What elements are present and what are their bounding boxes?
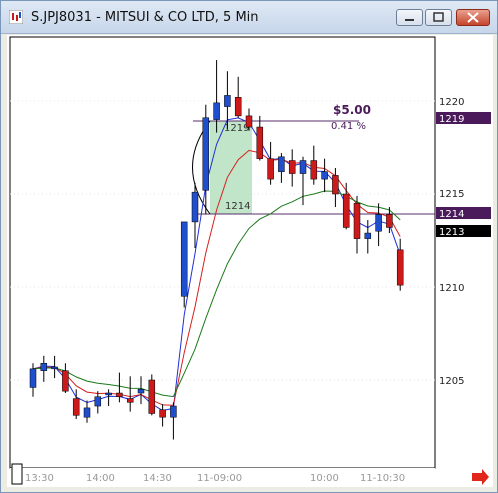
candle-body [375,214,382,232]
price-tag-text: 1219 [439,114,464,125]
time-label: 14:00 [86,473,115,484]
chart-app-icon [9,10,23,24]
price-chart[interactable]: 1219 1214 $5.00 0.41 % 1220 1215 1210 12… [7,35,493,487]
candle-body [105,392,112,396]
time-label: 11-09:00 [197,473,242,484]
candle-body [267,158,274,180]
price-tag-text: 1213 [439,227,464,238]
candle-body [213,102,220,120]
candle-body [137,389,145,394]
price-label: 1205 [439,376,464,387]
candle[interactable] [180,221,188,308]
candle-body [278,156,285,172]
candle-body [310,160,318,180]
candle-body [29,368,37,388]
scroll-handle[interactable] [11,463,23,485]
price-label: 1220 [439,97,464,108]
candle-body [40,363,48,371]
candle-body [321,171,328,180]
candle-body [170,405,177,418]
price-tag: 1213 [436,225,491,238]
candle-body [126,398,134,403]
minimize-icon [405,19,414,21]
chart-window: S.JPJ8031 - MITSUI & CO LTD, 5 Min 1219 … [0,0,498,493]
time-label: 13:30 [25,473,54,484]
candle-body [234,97,242,117]
price-tag: 1214 [436,207,491,220]
candle-body [202,117,210,191]
price-tag-text: 1214 [439,209,464,220]
candle-body [288,160,296,174]
candle-body [299,160,307,174]
candle[interactable] [148,374,156,416]
candle-body [364,232,372,239]
close-icon [467,12,479,23]
price-label: 1210 [439,283,464,294]
time-label: 14:30 [143,473,172,484]
candle-body [224,95,231,107]
time-label: 10:00 [310,473,339,484]
price-tag: 1219 [436,112,491,125]
candle-body [353,203,361,239]
measure-amount: $5.00 [333,103,371,117]
candle-body [245,115,253,128]
candle-body [180,221,188,297]
candle-body [148,379,156,414]
candle-body [342,193,350,228]
title-bar[interactable]: S.JPJ8031 - MITSUI & CO LTD, 5 Min [1,1,497,34]
candle-body [72,398,80,416]
candle-body [94,396,102,407]
measure-bottom-label: 1214 [225,201,250,212]
candle-body [386,214,393,228]
candle-body [51,366,58,370]
restore-icon [433,12,444,22]
minimize-button[interactable] [396,9,423,26]
candle-body [62,370,69,392]
candle-body [83,407,91,418]
restore-button[interactable] [425,9,452,26]
candle-body [116,392,123,397]
window-title: S.JPJ8031 - MITSUI & CO LTD, 5 Min [31,10,259,25]
candle-body [396,249,404,286]
candle-body [256,126,264,159]
candle-body [191,191,199,223]
scroll-right-arrow-icon[interactable] [472,469,489,485]
price-label: 1215 [439,189,464,200]
close-button[interactable] [456,9,490,26]
candle-body [332,175,339,195]
measure-percent: 0.41 % [331,121,366,132]
time-label: 11-10:30 [360,473,405,484]
chart-area[interactable]: 1219 1214 $5.00 0.41 % 1220 1215 1210 12… [7,35,493,487]
candle-body [159,409,166,418]
